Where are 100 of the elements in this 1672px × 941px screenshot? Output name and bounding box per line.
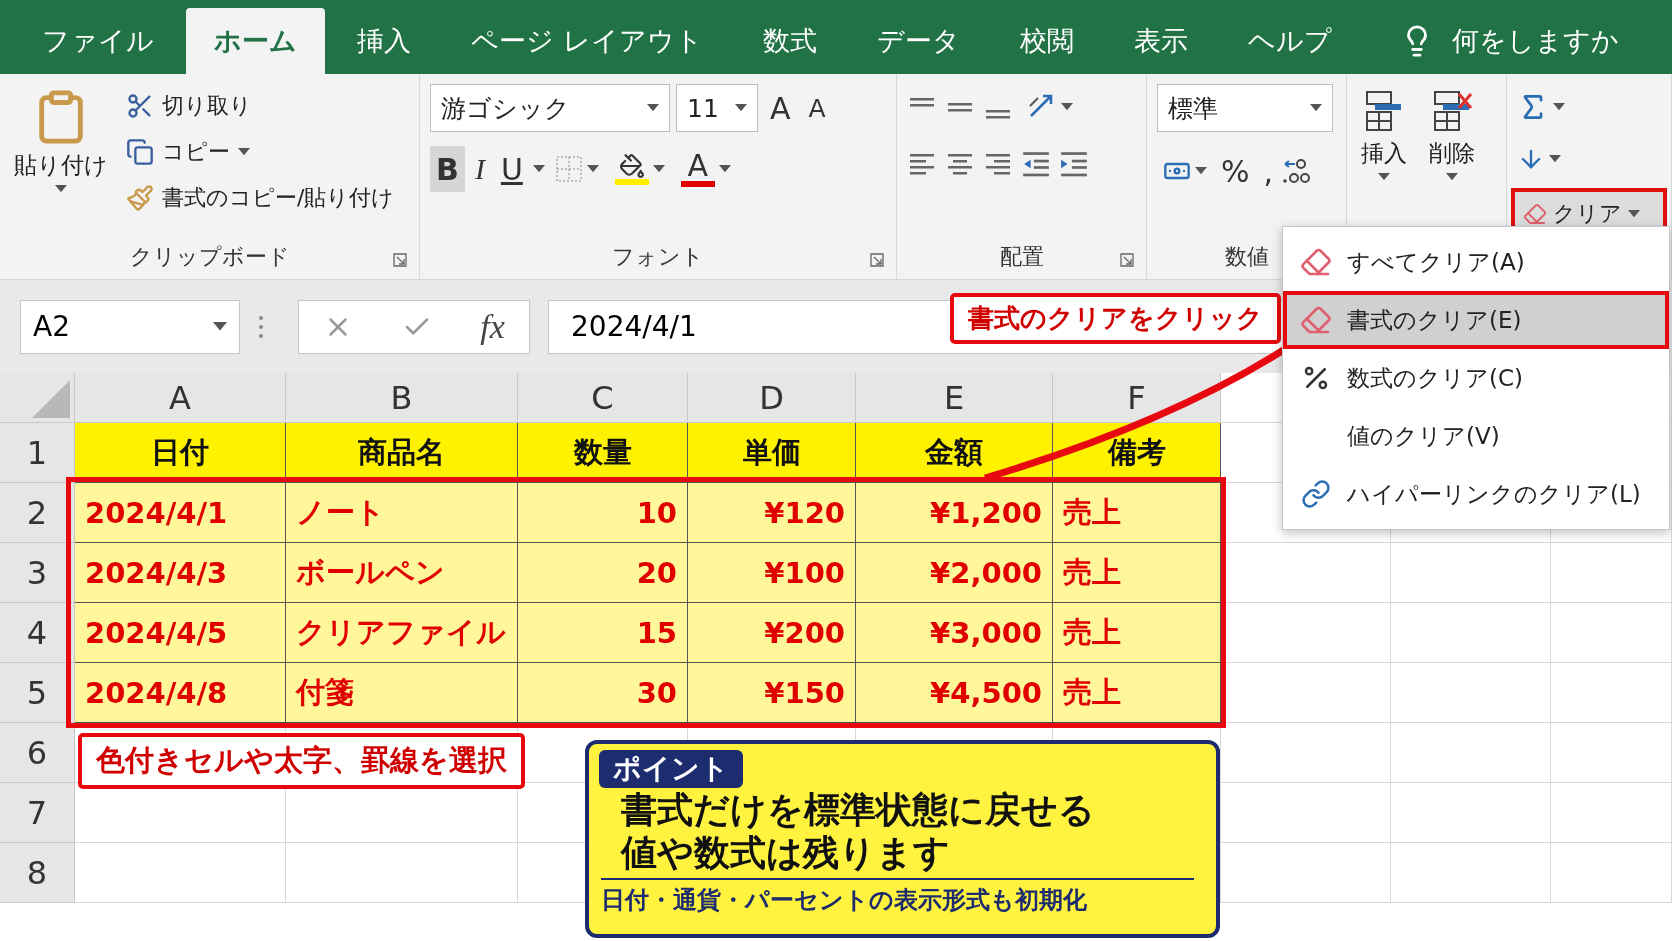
point-text: 書式だけを標準状態に戻せる [621, 788, 1096, 832]
comma-style-button[interactable]: , [1257, 148, 1280, 194]
table-cell: 2024/4/3 [75, 543, 286, 603]
table-header-cell: 日付 [75, 423, 286, 483]
table-cell: ¥4,500 [856, 663, 1053, 723]
menu-item[interactable]: ハイパーリンクのクリア(L) [1283, 465, 1669, 523]
caret-icon [718, 165, 731, 173]
table-cell: 2024/4/8 [75, 663, 286, 723]
decimal-icon[interactable] [1281, 156, 1312, 186]
table-header-cell: 単価 [688, 423, 856, 483]
caret-icon [1628, 210, 1640, 218]
menu-item[interactable]: 数式のクリア(C) [1283, 349, 1669, 407]
row-header[interactable]: 7 [0, 783, 75, 843]
menu-item[interactable]: 書式のクリア(E) [1283, 291, 1669, 349]
row-header[interactable]: 2 [0, 483, 75, 543]
row-header[interactable]: 5 [0, 663, 75, 723]
caret-icon [1195, 167, 1207, 175]
caret-icon [1549, 155, 1561, 163]
table-cell: 売上 [1053, 483, 1221, 543]
table-cell: 30 [518, 663, 688, 723]
column-header[interactable]: A [75, 373, 286, 423]
format-painter-button[interactable]: 書式のコピー/貼り付け [122, 176, 399, 220]
row-header[interactable]: 3 [0, 543, 75, 603]
ribbon-tab[interactable]: 挿入 [329, 8, 439, 74]
table-cell: ¥3,000 [856, 603, 1053, 663]
row-header[interactable]: 8 [0, 843, 75, 903]
copy-button[interactable]: コピー [122, 130, 399, 174]
row-header[interactable]: 4 [0, 603, 75, 663]
table-cell: ¥100 [688, 543, 856, 603]
group-label: フォント [612, 243, 704, 271]
underline-button[interactable]: U [494, 146, 529, 192]
caret-icon [532, 165, 545, 173]
group-label: クリップボード [129, 243, 290, 271]
name-box[interactable]: A2 [20, 299, 240, 354]
percent-style-button[interactable]: % [1215, 148, 1256, 194]
font-name-dropdown[interactable]: 游ゴシック [430, 84, 670, 132]
ribbon-tab[interactable]: 校閲 [991, 8, 1102, 74]
ribbon-tab[interactable]: ファイル [14, 8, 182, 74]
caret-icon [1553, 103, 1565, 111]
grow-font-button[interactable]: A [764, 85, 797, 131]
table-cell: 付箋 [286, 663, 518, 723]
insert-function-button[interactable]: fx [480, 307, 505, 346]
dialog-launcher-icon[interactable] [1120, 253, 1134, 267]
table-cell: ¥150 [688, 663, 856, 723]
ribbon-tab[interactable]: ヘルプ [1219, 8, 1360, 74]
table-cell: 20 [518, 543, 688, 603]
font-size-dropdown[interactable]: 11 [676, 84, 758, 132]
caret-icon [1061, 103, 1073, 111]
dialog-launcher-icon[interactable] [870, 253, 884, 267]
paste-button[interactable]: 貼り付け [10, 84, 112, 239]
ribbon-tab[interactable]: ホーム [186, 8, 325, 74]
column-header[interactable]: E [856, 373, 1053, 423]
borders-icon [554, 155, 583, 183]
eraser-icon [1300, 304, 1332, 336]
number-format-dropdown[interactable]: 標準 [1157, 84, 1333, 132]
link-icon [1301, 479, 1331, 509]
table-cell: 売上 [1053, 603, 1221, 663]
increase-indent-icon[interactable] [1059, 150, 1089, 178]
table-cell: 15 [518, 603, 688, 663]
table-cell: ボールペン [286, 543, 518, 603]
italic-button[interactable]: I [468, 146, 491, 192]
column-header[interactable]: D [688, 373, 856, 423]
tell-me-search[interactable]: 何をしますか [1393, 8, 1625, 74]
table-header-cell: 商品名 [286, 423, 518, 483]
table-cell: 売上 [1053, 543, 1221, 603]
column-header[interactable]: F [1053, 373, 1221, 423]
copy-icon [126, 138, 154, 166]
font-color-button[interactable]: A [674, 146, 737, 192]
table-cell: ¥120 [688, 483, 856, 543]
ribbon-tab[interactable]: 数式 [734, 8, 845, 74]
grip-icon [258, 314, 264, 339]
shrink-font-button[interactable]: A [802, 85, 832, 131]
menu-item[interactable]: 値のクリア(V) [1283, 407, 1669, 465]
row-header[interactable]: 6 [0, 723, 75, 783]
ribbon-tab[interactable]: データ [848, 8, 988, 74]
table-cell: クリアファイル [286, 603, 518, 663]
cut-button[interactable]: 切り取り [122, 84, 399, 128]
ribbon-tab[interactable]: ページ レイアウト [443, 8, 731, 74]
align-icon[interactable] [945, 151, 975, 177]
point-text: 値や数式は残ります [621, 831, 951, 875]
caret-icon [735, 104, 747, 112]
caret-icon [652, 165, 665, 173]
table-cell: 10 [518, 483, 688, 543]
eraser-icon [1300, 246, 1332, 278]
ribbon-tab[interactable]: 表示 [1105, 8, 1216, 74]
decrease-indent-icon[interactable] [1021, 150, 1051, 178]
caret-icon [647, 104, 659, 112]
column-header[interactable]: B [286, 373, 518, 423]
table-cell: ノート [286, 483, 518, 543]
group-label: 配置 [999, 243, 1044, 271]
table-cell: 2024/4/1 [75, 483, 286, 543]
row-header[interactable]: 1 [0, 423, 75, 483]
column-header[interactable]: C [518, 373, 688, 423]
align-icon[interactable] [983, 151, 1013, 177]
paint-bucket-icon [618, 153, 645, 179]
align-icon[interactable] [907, 151, 937, 177]
caret-icon [238, 148, 250, 156]
bold-button[interactable]: B [430, 146, 465, 192]
eraser-icon [1523, 202, 1547, 226]
dialog-launcher-icon[interactable] [393, 253, 407, 267]
